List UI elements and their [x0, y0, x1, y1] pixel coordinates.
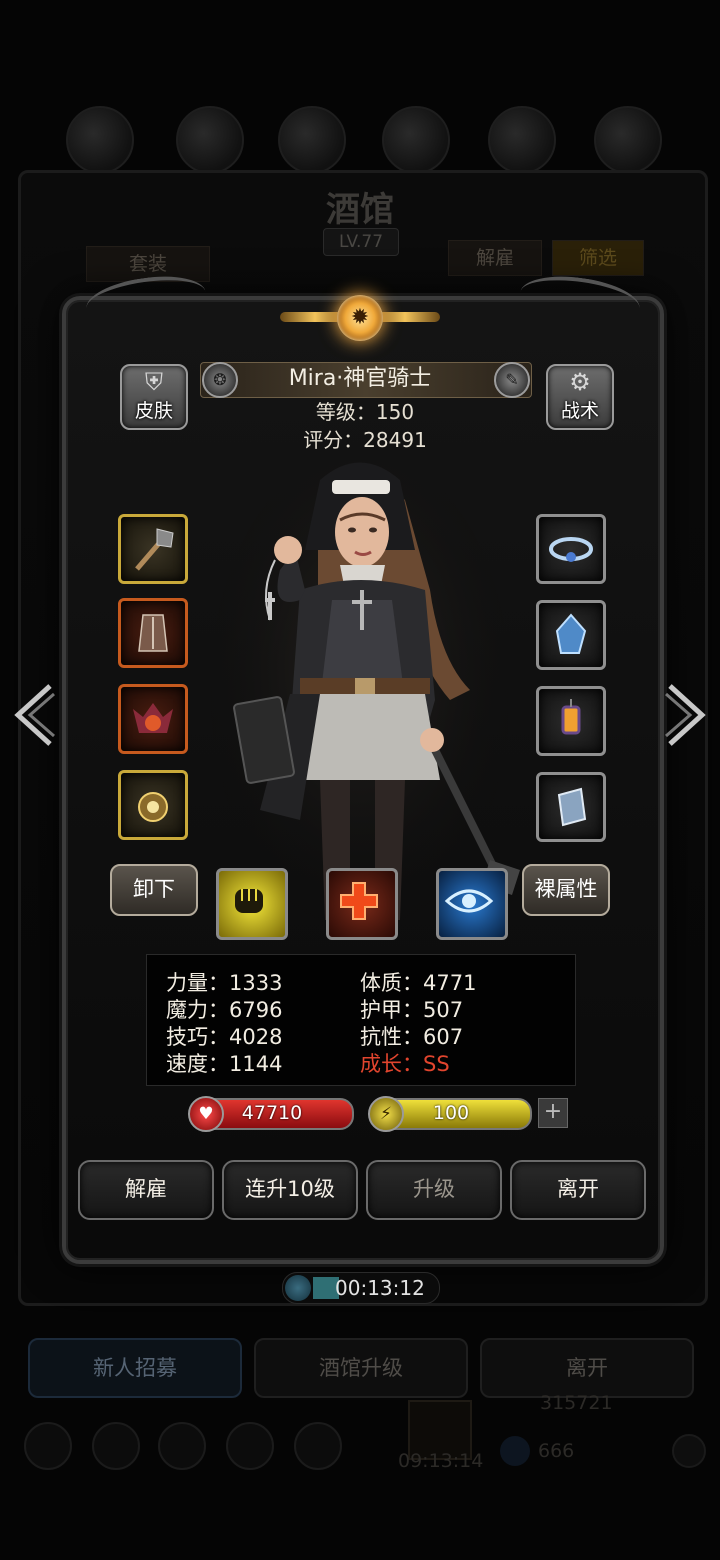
next-hero-arrow[interactable] — [662, 680, 710, 750]
skin-button[interactable]: ⛨ 皮肤 — [120, 364, 188, 430]
equip-slot-right-2[interactable] — [536, 600, 606, 670]
mace-icon — [135, 528, 174, 571]
leave-button[interactable]: 离开 — [510, 1160, 646, 1220]
stat-strength: 力量：1333 — [166, 971, 283, 995]
bg-secondary-timer: 09:13:14 — [398, 1450, 484, 1472]
hero-portrait — [200, 440, 520, 940]
bg-top-icon-3 — [278, 106, 346, 174]
naked-stats-button[interactable]: 裸属性 — [522, 864, 610, 916]
armor-icon — [138, 614, 168, 652]
stat-growth: 成长：SS — [360, 1052, 450, 1076]
hero-name: Mira·神官骑士 — [288, 366, 432, 391]
clock-icon — [285, 1275, 311, 1301]
eye-skill-icon — [444, 889, 494, 913]
bg-footer-icon-5 — [294, 1422, 342, 1470]
equip-slot-left-2[interactable] — [118, 598, 188, 668]
bg-top-icon-5 — [488, 106, 556, 174]
stat-constitution: 体质：4771 — [360, 971, 477, 995]
chevron-left-icon — [14, 684, 55, 746]
prev-hero-arrow[interactable] — [10, 680, 58, 750]
tactics-button[interactable]: ⚙ 战术 — [546, 364, 614, 430]
skill-slot-1[interactable] — [216, 868, 288, 940]
chevron-right-icon — [665, 684, 706, 746]
bg-top-icon-2 — [176, 106, 244, 174]
hp-bar: ♥ 47710 — [188, 1096, 354, 1132]
bg-top-icon-4 — [382, 106, 450, 174]
circlet-icon — [549, 537, 593, 562]
heal-cross-skill-icon — [340, 882, 378, 920]
bg-footer-icon-2 — [92, 1422, 140, 1470]
bg-footer-icon-1 — [24, 1422, 72, 1470]
bg-filter-button: 筛选 — [552, 240, 644, 276]
bg-tavern-level: LV.77 — [323, 228, 399, 256]
skill-slot-3[interactable] — [436, 868, 508, 940]
bg-tavern-title: 酒馆 — [326, 190, 394, 230]
sun-emblem-icon: ✹ — [337, 295, 383, 341]
recruit-timer: 00:13:12 — [282, 1272, 440, 1304]
level-up-button[interactable]: 升级 — [366, 1160, 502, 1220]
equip-slot-right-3[interactable] — [536, 686, 606, 756]
crystal-icon — [555, 613, 587, 654]
equip-slot-left-1[interactable] — [118, 514, 188, 584]
bg-top-icon-1 — [66, 106, 134, 174]
gear-icon: ⚙ — [569, 368, 591, 396]
fist-skill-icon — [235, 889, 263, 913]
stat-speed: 速度：1144 — [166, 1052, 283, 1076]
bg-gold-amount: 315721 — [540, 1392, 613, 1414]
demon-emblem-icon — [133, 703, 173, 733]
bg-footer-icon-4 — [226, 1422, 274, 1470]
bg-footer-icon-3 — [158, 1422, 206, 1470]
skill-slot-2[interactable] — [326, 868, 398, 940]
stat-skill: 技巧：4028 — [166, 1025, 283, 1049]
equip-slot-right-4[interactable] — [536, 772, 606, 842]
bg-add-icon — [672, 1434, 706, 1468]
tactics-label: 战术 — [560, 400, 599, 422]
bg-top-icon-row — [0, 0, 720, 180]
skin-label: 皮肤 — [134, 400, 173, 422]
stat-armor: 护甲：507 — [360, 998, 464, 1022]
lantern-icon — [561, 699, 581, 735]
bg-upgrade-tavern-button: 酒馆升级 — [254, 1338, 468, 1398]
add-energy-button[interactable]: + — [538, 1098, 568, 1128]
stat-magic: 魔力：6796 — [166, 998, 283, 1022]
bg-recruit-button: 新人招募 — [28, 1338, 242, 1398]
edit-name-icon[interactable]: ✎ — [494, 362, 530, 398]
bg-dismiss-button: 解雇 — [448, 240, 542, 276]
unequip-button[interactable]: 卸下 — [110, 864, 198, 916]
stat-resistance: 抗性：607 — [360, 1025, 464, 1049]
bg-gem-amount: 666 — [538, 1440, 575, 1462]
energy-value: 100 — [432, 1102, 470, 1124]
bg-gem-icon — [500, 1436, 530, 1466]
hero-level: 等级：150 — [315, 400, 415, 424]
dismiss-button[interactable]: 解雇 — [78, 1160, 214, 1220]
book-icon — [557, 787, 587, 827]
equip-slot-left-4[interactable] — [118, 770, 188, 840]
timer-text: 00:13:12 — [335, 1276, 425, 1300]
equip-slot-right-1[interactable] — [536, 514, 606, 584]
energy-bar: ⚡ 100 — [368, 1096, 532, 1132]
equip-slot-left-3[interactable] — [118, 684, 188, 754]
dialog-emblem: ✹ — [280, 290, 440, 350]
level-up-10-button[interactable]: 连升10级 — [222, 1160, 358, 1220]
nun-knight-illustration — [210, 450, 520, 930]
bg-leave-button: 离开 — [480, 1338, 694, 1398]
armor-skin-icon: ⛨ — [145, 368, 163, 396]
amulet-icon — [138, 792, 168, 822]
bg-top-icon-6 — [594, 106, 662, 174]
hp-value: 47710 — [241, 1102, 303, 1124]
